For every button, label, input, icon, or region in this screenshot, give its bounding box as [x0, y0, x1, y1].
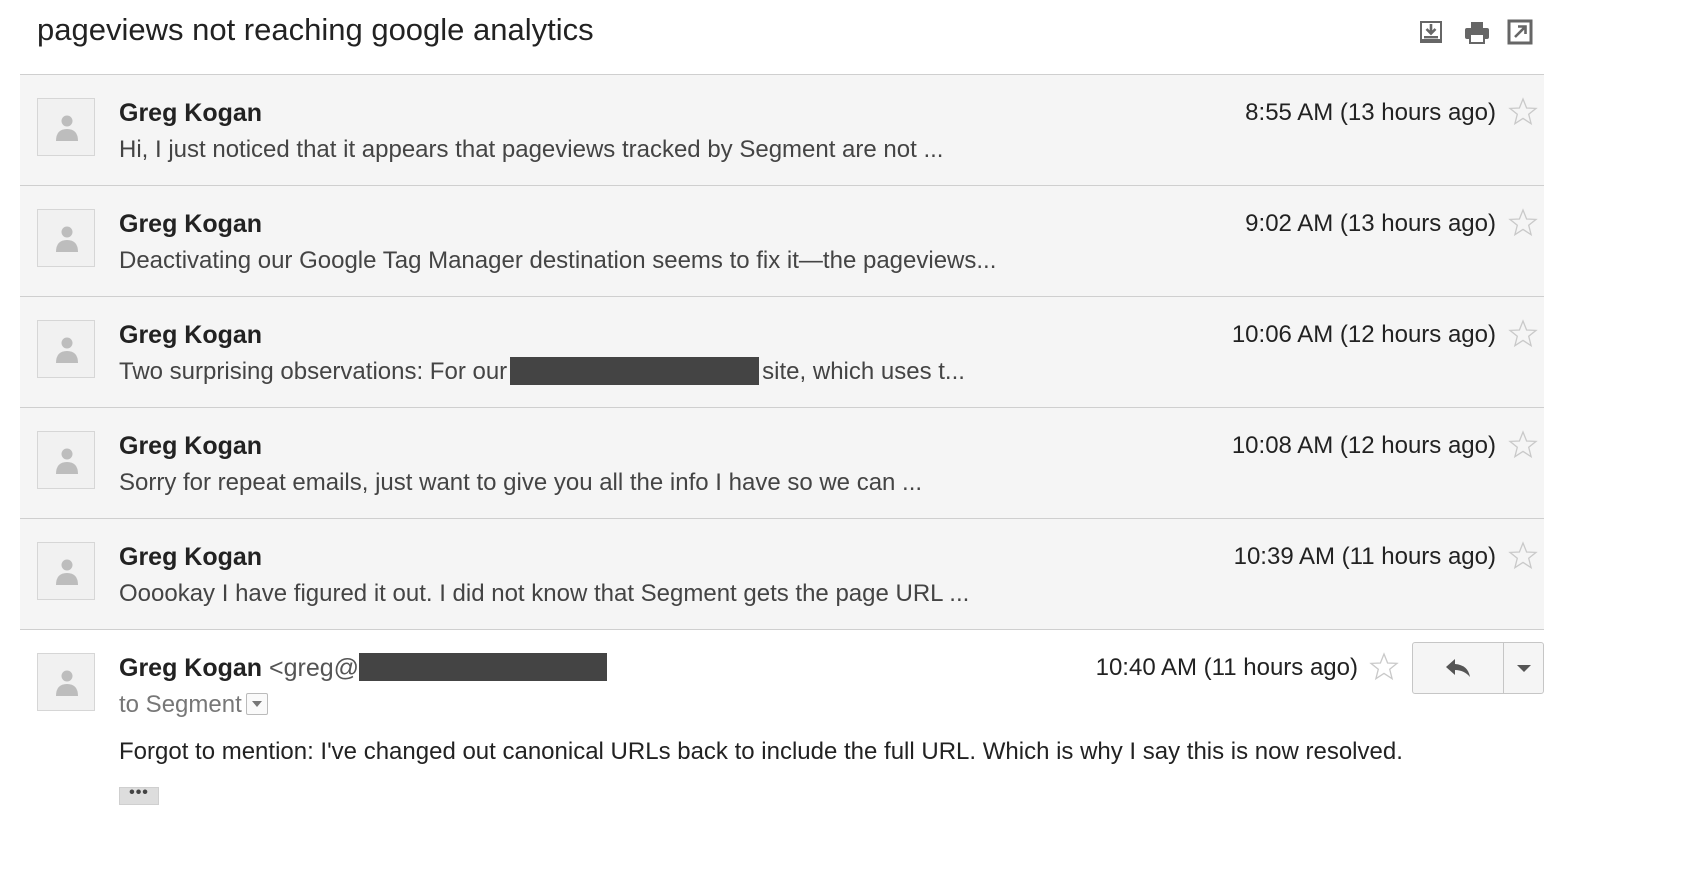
message-time: 8:55 AM (13 hours ago) — [1245, 99, 1496, 126]
avatar — [37, 542, 95, 600]
message-row[interactable]: Greg Kogan Sorry for repeat emails, just… — [20, 407, 1544, 518]
message-row[interactable]: Greg Kogan Two surprising observations: … — [20, 296, 1544, 407]
message-snippet: Two surprising observations: For our site… — [119, 356, 965, 388]
message-snippet: Ooookay I have figured it out. I did not… — [119, 580, 970, 607]
message-snippet: Hi, I just noticed that it appears that … — [119, 136, 944, 163]
avatar — [37, 431, 95, 489]
chevron-down-icon — [1516, 664, 1531, 672]
star-icon[interactable] — [1508, 319, 1538, 349]
star-icon[interactable] — [1369, 652, 1399, 682]
message-snippet: Sorry for repeat emails, just want to gi… — [119, 469, 923, 496]
redaction-block — [510, 357, 760, 385]
person-icon — [56, 670, 78, 696]
message-time: 9:02 AM (13 hours ago) — [1245, 210, 1496, 237]
person-icon — [56, 115, 78, 141]
star-icon[interactable] — [1508, 208, 1538, 238]
message-row[interactable]: Greg Kogan Ooookay I have figured it out… — [20, 518, 1544, 629]
reply-button-group — [1412, 642, 1544, 694]
recipient-text: to Segment — [119, 691, 242, 718]
avatar — [37, 209, 95, 267]
open-message: Greg Kogan <greg@ to Segment 10:40 AM (1… — [20, 629, 1544, 830]
thread-subject: pageviews not reaching google analytics — [37, 12, 594, 47]
avatar — [37, 98, 95, 156]
avatar — [37, 320, 95, 378]
recipient-details-dropdown[interactable] — [245, 693, 268, 715]
message-snippet: Deactivating our Google Tag Manager dest… — [119, 247, 997, 274]
redaction-block — [359, 653, 608, 681]
more-actions-button[interactable] — [1504, 643, 1543, 693]
print-icon[interactable] — [1463, 18, 1491, 46]
show-trimmed-content-button[interactable]: ••• — [119, 785, 159, 805]
sender-name: Greg Kogan — [119, 654, 263, 682]
person-icon — [56, 337, 78, 363]
popout-icon[interactable] — [1506, 18, 1534, 46]
message-row[interactable]: Greg Kogan Hi, I just noticed that it ap… — [20, 74, 1544, 185]
message-body: Forgot to mention: I've changed out cano… — [119, 738, 1403, 765]
sender-name: Greg Kogan — [119, 543, 263, 571]
snippet-text-before: Two surprising observations: For our — [119, 358, 508, 385]
person-icon — [56, 226, 78, 252]
message-row[interactable]: Greg Kogan Deactivating our Google Tag M… — [20, 185, 1544, 296]
reply-button[interactable] — [1413, 643, 1504, 693]
open-sender: Greg Kogan <greg@ — [119, 652, 608, 684]
reply-icon — [1446, 659, 1470, 677]
snippet-text-after: site, which uses t... — [762, 358, 965, 385]
message-time: 10:06 AM (12 hours ago) — [1231, 321, 1496, 348]
star-icon[interactable] — [1508, 97, 1538, 127]
recipient-line: to Segment — [119, 689, 268, 721]
message-time: 10:39 AM (11 hours ago) — [1233, 543, 1496, 570]
message-time: 10:40 AM (11 hours ago) — [1095, 654, 1358, 681]
sender-name: Greg Kogan — [119, 432, 263, 460]
message-list: Greg Kogan Hi, I just noticed that it ap… — [20, 74, 1544, 830]
sender-name: Greg Kogan — [119, 210, 263, 238]
avatar — [37, 653, 95, 711]
sender-name: Greg Kogan — [119, 321, 263, 349]
sender-name: Greg Kogan — [119, 99, 263, 127]
star-icon[interactable] — [1508, 541, 1538, 571]
message-time: 10:08 AM (12 hours ago) — [1231, 432, 1496, 459]
star-icon[interactable] — [1508, 430, 1538, 460]
person-icon — [56, 448, 78, 474]
person-icon — [56, 559, 78, 585]
sender-email: <greg@ — [269, 654, 360, 682]
download-icon[interactable] — [1417, 18, 1445, 46]
